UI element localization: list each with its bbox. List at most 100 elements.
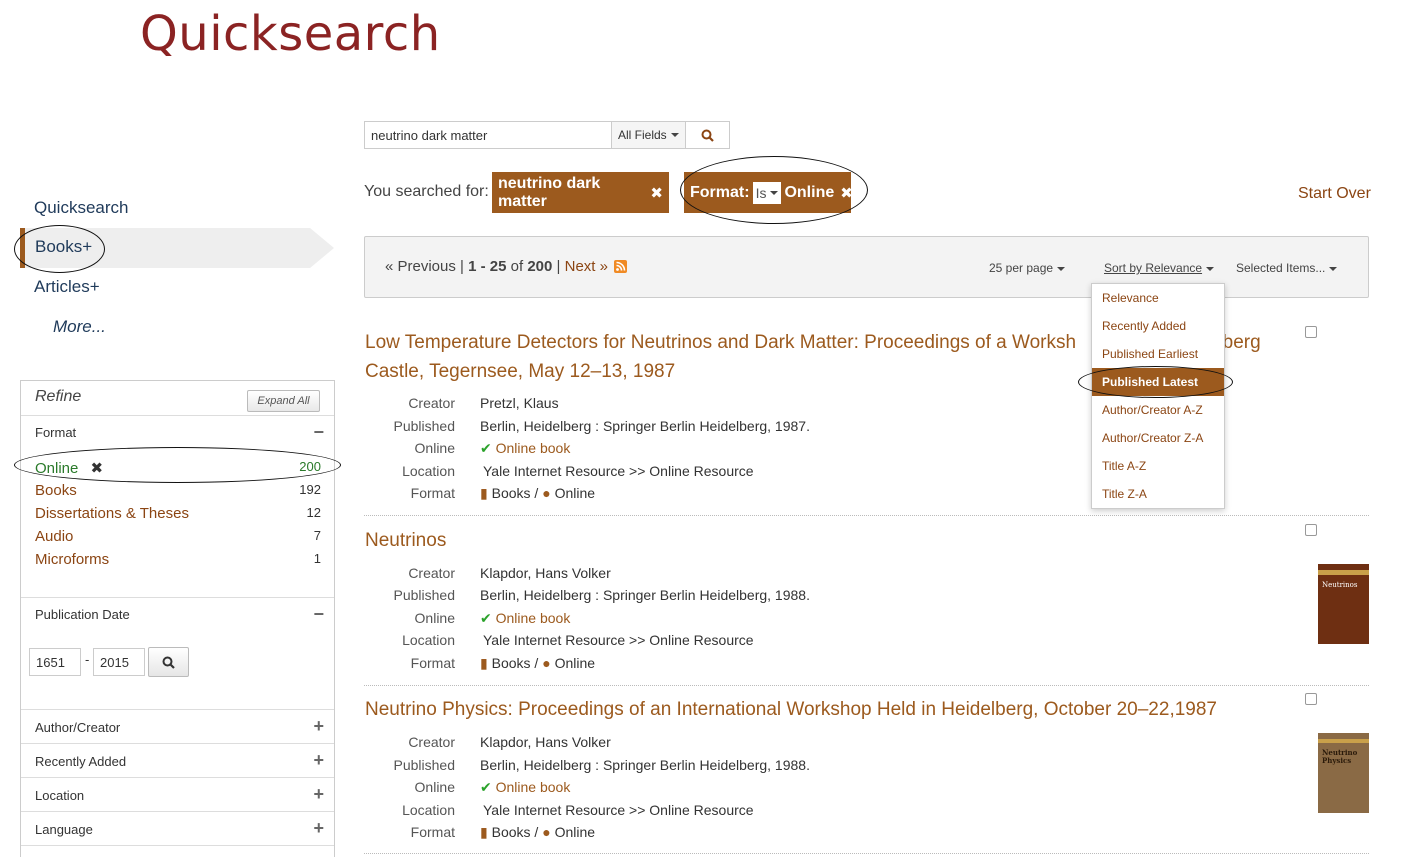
result-published: Berlin, Heidelberg : Springer Berlin Hei… bbox=[480, 757, 810, 773]
sort-option-published-latest[interactable]: Published Latest bbox=[1092, 368, 1224, 396]
expand-icon[interactable]: + bbox=[313, 750, 324, 771]
selected-items-select[interactable]: Selected Items... bbox=[1236, 261, 1338, 275]
chevron-down-icon bbox=[670, 133, 679, 137]
sort-option-title-za[interactable]: Title Z-A bbox=[1092, 480, 1224, 508]
remove-format-icon[interactable]: ✖ bbox=[840, 184, 853, 202]
page-range: 1 - 25 bbox=[468, 258, 507, 275]
result-online[interactable]: ✔ Online book bbox=[480, 779, 570, 796]
year-search-button[interactable] bbox=[148, 647, 189, 677]
result-online[interactable]: ✔ Online book bbox=[480, 440, 570, 457]
page-total: 200 bbox=[527, 258, 553, 275]
online-link: Online book bbox=[495, 779, 571, 795]
next-link[interactable]: Next » bbox=[565, 258, 608, 275]
remove-facet-icon[interactable]: ✖ bbox=[91, 460, 104, 477]
recently-added-section[interactable]: Recently Added + bbox=[21, 743, 334, 777]
sort-option-relevance[interactable]: Relevance bbox=[1092, 284, 1224, 312]
previous-link[interactable]: « Previous bbox=[385, 258, 456, 275]
rss-icon[interactable] bbox=[614, 260, 627, 278]
field-label: Creator bbox=[408, 395, 455, 411]
expand-all-button[interactable]: Expand All bbox=[247, 390, 320, 412]
book-cover[interactable]: Neutrino Physics bbox=[1318, 733, 1369, 813]
format-section: Format − Online ✖ 200 Books 192 Disserta… bbox=[21, 415, 334, 597]
result-select-checkbox[interactable] bbox=[1305, 326, 1317, 338]
result-online[interactable]: ✔ Online book bbox=[480, 610, 570, 627]
start-over-link[interactable]: Start Over bbox=[1298, 185, 1371, 203]
format-section-head[interactable]: Format bbox=[35, 425, 76, 440]
expand-icon[interactable]: + bbox=[313, 784, 324, 805]
search-input[interactable] bbox=[364, 121, 611, 149]
book-icon: ▮ bbox=[480, 655, 488, 671]
search-bar: All Fields bbox=[364, 121, 730, 149]
facet-label: Dissertations & Theses bbox=[35, 505, 189, 522]
section-head: Language bbox=[35, 822, 93, 837]
sort-option-published-earliest[interactable]: Published Earliest bbox=[1092, 340, 1224, 368]
language-section[interactable]: Language + bbox=[21, 811, 334, 845]
field-label: Online bbox=[414, 779, 455, 795]
per-page-label: 25 per page bbox=[989, 261, 1054, 275]
result-format: ▮ Books / ● Online bbox=[480, 485, 596, 501]
book-cover[interactable]: Neutrinos bbox=[1318, 564, 1369, 644]
book-icon: ▮ bbox=[480, 485, 488, 501]
facet-label: Books bbox=[35, 482, 77, 499]
field-select[interactable]: All Fields bbox=[611, 121, 686, 149]
facet-online[interactable]: Online ✖ 200 bbox=[35, 459, 321, 477]
collapse-icon[interactable]: − bbox=[313, 604, 324, 625]
refine-panel: Refine Expand All Format − Online ✖ 200 … bbox=[20, 380, 335, 857]
field-label: Creator bbox=[408, 734, 455, 750]
facet-label: Audio bbox=[35, 528, 74, 545]
facet-books[interactable]: Books 192 bbox=[35, 482, 321, 499]
section-head: Recently Added bbox=[35, 754, 127, 769]
globe-icon: ● bbox=[542, 824, 551, 840]
format-chip[interactable]: Format: Is Online ✖ bbox=[684, 172, 853, 213]
format-online: Online bbox=[554, 485, 596, 501]
globe-icon: ● bbox=[542, 655, 551, 671]
sort-option-recently-added[interactable]: Recently Added bbox=[1092, 312, 1224, 340]
format-operator-select[interactable]: Is bbox=[752, 181, 782, 204]
searched-for-label: You searched for: bbox=[364, 183, 489, 200]
result-format: ▮ Books / ● Online bbox=[480, 655, 596, 671]
result-select-checkbox[interactable] bbox=[1305, 693, 1317, 705]
result-creator: Pretzl, Klaus bbox=[480, 395, 559, 411]
result-title[interactable]: Neutrinos bbox=[365, 526, 446, 555]
remove-query-icon[interactable]: ✖ bbox=[650, 184, 663, 202]
year-to-input[interactable]: 2015 bbox=[93, 648, 145, 676]
facet-count: 7 bbox=[313, 528, 321, 543]
field-select-label: All Fields bbox=[618, 128, 667, 142]
format-operator-label: Is bbox=[755, 184, 767, 201]
nav-more[interactable]: More... bbox=[53, 317, 106, 337]
nav-quicksearch[interactable]: Quicksearch bbox=[34, 198, 128, 218]
result-title[interactable]: Neutrino Physics: Proceedings of an Inte… bbox=[365, 695, 1217, 724]
sort-menu: Relevance Recently Added Published Earli… bbox=[1091, 283, 1225, 509]
facet-microforms[interactable]: Microforms 1 bbox=[35, 551, 321, 568]
selected-items-label: Selected Items... bbox=[1236, 261, 1326, 275]
online-link: Online book bbox=[495, 440, 571, 456]
nav-books[interactable]: Books+ bbox=[35, 237, 92, 257]
sort-option-author-az[interactable]: Author/Creator A-Z bbox=[1092, 396, 1224, 424]
format-books: Books bbox=[491, 824, 531, 840]
pubdate-section-head[interactable]: Publication Date bbox=[35, 607, 130, 622]
pagination: « Previous | 1 - 25 of 200 | Next » bbox=[385, 258, 608, 275]
expand-icon[interactable]: + bbox=[313, 818, 324, 839]
per-page-select[interactable]: 25 per page bbox=[989, 261, 1066, 275]
year-separator: - bbox=[85, 652, 90, 667]
nav-articles[interactable]: Articles+ bbox=[34, 277, 100, 297]
result-select-checkbox[interactable] bbox=[1305, 524, 1317, 536]
result-location: Yale Internet Resource >> Online Resourc… bbox=[483, 802, 754, 818]
facet-dissertations[interactable]: Dissertations & Theses 12 bbox=[35, 505, 321, 522]
result-location: Yale Internet Resource >> Online Resourc… bbox=[483, 632, 754, 648]
sort-option-title-az[interactable]: Title A-Z bbox=[1092, 452, 1224, 480]
year-from-input[interactable]: 1651 bbox=[29, 648, 81, 676]
divider bbox=[364, 853, 1369, 854]
query-chip[interactable]: neutrino dark matter ✖ bbox=[492, 172, 669, 213]
sort-select[interactable]: Sort by Relevance bbox=[1104, 261, 1215, 275]
author-section[interactable]: Author/Creator + bbox=[21, 709, 334, 743]
collapse-icon[interactable]: − bbox=[313, 422, 324, 443]
search-button[interactable] bbox=[685, 121, 730, 149]
expand-icon[interactable]: + bbox=[313, 716, 324, 737]
app-title: Quicksearch bbox=[140, 6, 441, 62]
sort-option-author-za[interactable]: Author/Creator Z-A bbox=[1092, 424, 1224, 452]
pagination-divider: | bbox=[552, 258, 565, 275]
result-title-line: Castle, Tegernsee, May 12–13, 1987 bbox=[365, 361, 676, 382]
location-section[interactable]: Location + bbox=[21, 777, 334, 811]
facet-audio[interactable]: Audio 7 bbox=[35, 528, 321, 545]
